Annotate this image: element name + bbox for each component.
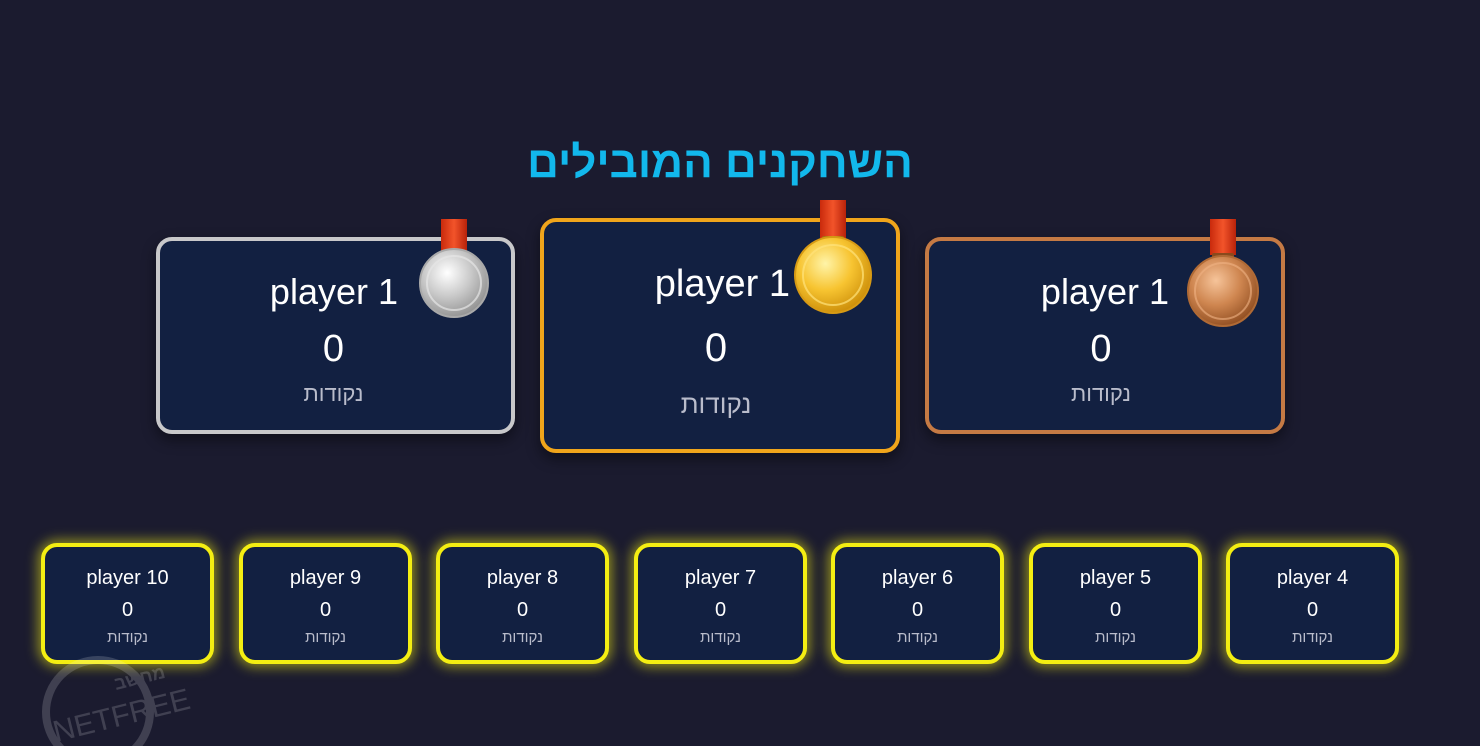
player-score: 0 — [1090, 328, 1112, 370]
player-score: 0 — [1109, 599, 1122, 621]
player-card: player 7 0 נקודות — [634, 543, 807, 664]
netfree-watermark: מחשב NETFREE — [42, 656, 194, 746]
player-score: 0 — [516, 599, 529, 621]
player-name: player 9 — [289, 567, 362, 589]
player-score: 0 — [704, 326, 728, 370]
player-name: player 4 — [1276, 567, 1349, 589]
silver-medal-icon — [419, 219, 489, 318]
player-name: player 7 — [684, 567, 757, 589]
player-card: player 8 0 נקודות — [436, 543, 609, 664]
points-label: נקודות — [680, 389, 752, 419]
points-label: נקודות — [700, 629, 741, 646]
player-card: player 6 0 נקודות — [831, 543, 1004, 664]
player-card: player 5 0 נקודות — [1029, 543, 1202, 664]
points-label: נקודות — [1095, 629, 1136, 646]
points-label: נקודות — [303, 381, 364, 406]
player-name: player 8 — [486, 567, 559, 589]
bronze-medal-icon — [1187, 219, 1259, 327]
player-name: player 10 — [86, 567, 169, 589]
player-card: player 4 0 נקודות — [1226, 543, 1399, 664]
player-name: player 5 — [1079, 567, 1152, 589]
player-score: 0 — [714, 599, 727, 621]
points-label: נקודות — [502, 629, 543, 646]
podium-card-first: player 1 0 נקודות — [540, 200, 900, 453]
player-score: 0 — [121, 599, 134, 621]
player-name: player 1 — [269, 271, 398, 312]
podium-card-second: player 1 0 נקודות — [156, 219, 515, 434]
player-name: player 1 — [1040, 271, 1169, 312]
points-label: נקודות — [1071, 381, 1131, 406]
player-score: 0 — [911, 599, 924, 621]
player-name: player 6 — [881, 567, 954, 589]
player-card: player 9 0 נקודות — [239, 543, 412, 664]
podium-card-third: player 1 0 נקודות — [925, 219, 1285, 434]
gold-medal-icon — [794, 200, 872, 314]
points-label: נקודות — [1292, 629, 1333, 646]
points-label: נקודות — [305, 629, 346, 646]
player-score: 0 — [322, 328, 345, 370]
player-card: player 10 0 נקודות — [41, 543, 214, 664]
player-name: player 1 — [654, 263, 790, 305]
player-score: 0 — [1306, 599, 1319, 621]
points-label: נקודות — [107, 629, 148, 646]
page-title: השחקנים המובילים — [527, 138, 913, 187]
points-label: נקודות — [897, 629, 938, 646]
player-score: 0 — [319, 599, 332, 621]
